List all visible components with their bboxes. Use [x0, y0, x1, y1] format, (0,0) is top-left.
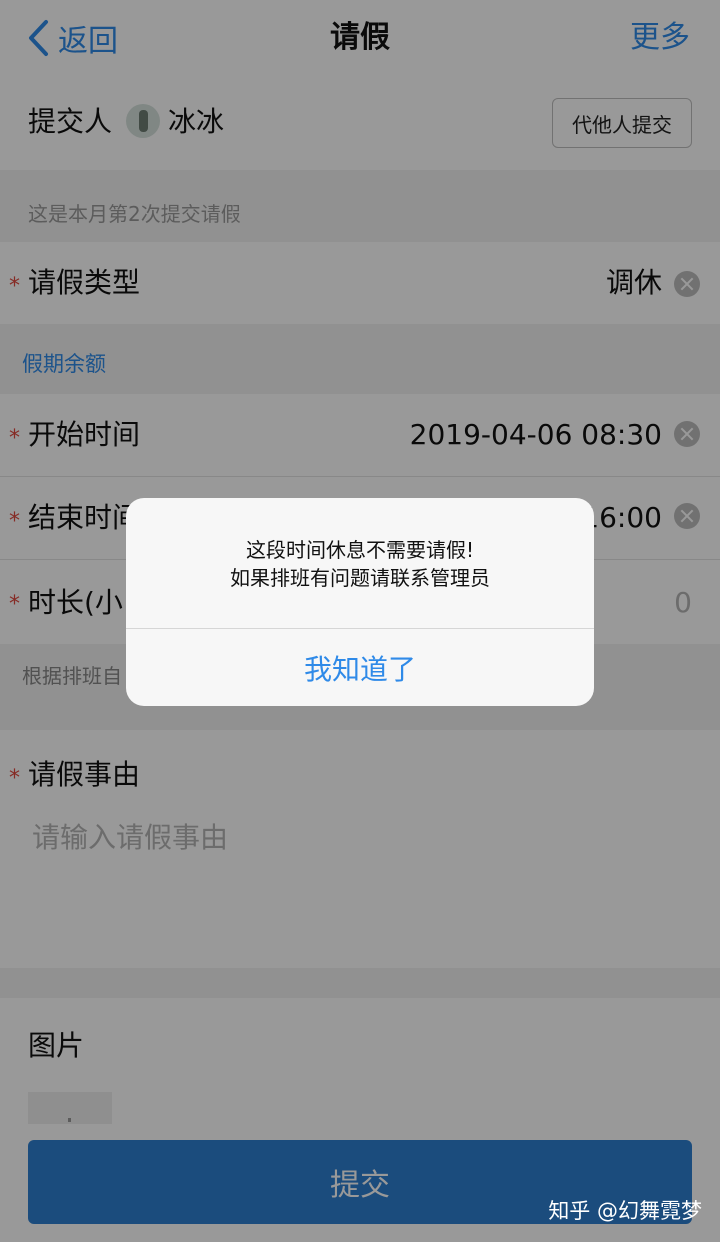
alert-message: 这段时间休息不需要请假! 如果排班有问题请联系管理员 [126, 536, 594, 592]
alert-message-line2: 如果排班有问题请联系管理员 [230, 566, 490, 590]
watermark: 知乎 @幻舞霓梦 [548, 1199, 702, 1223]
acknowledge-button[interactable]: 我知道了 [126, 629, 594, 706]
alert-message-line1: 这段时间休息不需要请假! [245, 538, 475, 562]
alert-dialog: 这段时间休息不需要请假! 如果排班有问题请联系管理员 我知道了 [126, 498, 594, 706]
